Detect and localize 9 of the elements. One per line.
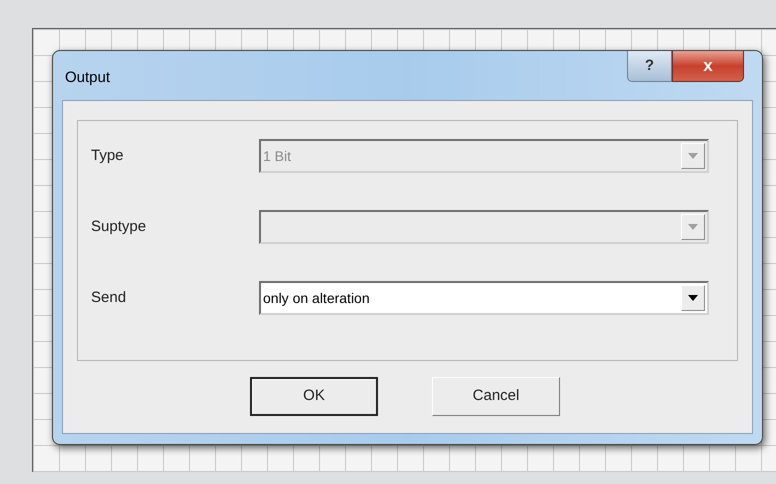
dropdown-field[interactable]: only on alteration [259,281,709,315]
field-label: Send [91,288,128,308]
field-label: Suptype [91,216,148,237]
dialog-button[interactable]: Cancel [432,377,560,416]
window-title: Output [65,68,110,88]
field-label: Type [91,146,125,166]
close-button[interactable]: x [672,51,744,82]
help-button[interactable]: ? [627,51,672,82]
dialog-button[interactable]: OK [250,377,378,416]
